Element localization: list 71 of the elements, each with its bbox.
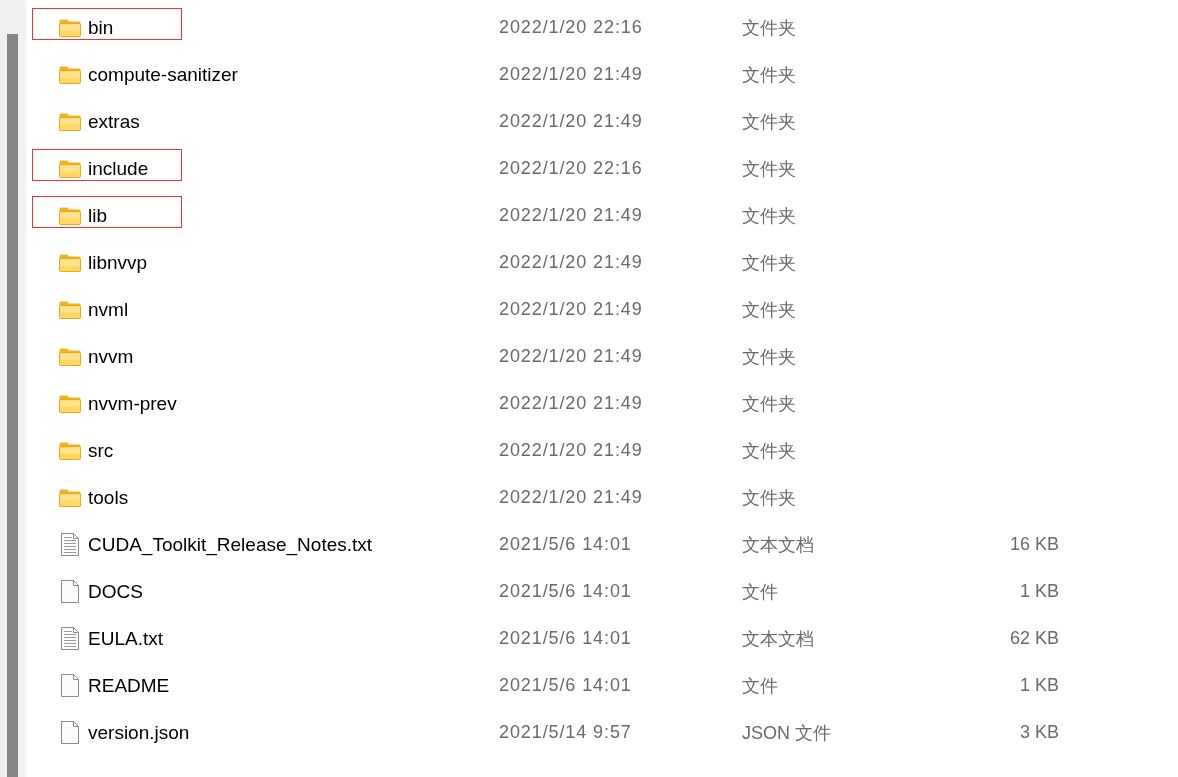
file-name[interactable]: nvml: [88, 298, 129, 321]
folder-icon: [59, 300, 81, 319]
file-type: 文件夹: [742, 157, 797, 181]
modified-date: 2022/1/20 22:16: [499, 17, 644, 38]
file-name[interactable]: extras: [88, 110, 140, 133]
file-name[interactable]: src: [88, 439, 114, 462]
blank-file-icon: [61, 580, 79, 603]
modified-date: 2022/1/20 22:16: [499, 158, 644, 179]
file-size: 3 KB: [1019, 722, 1059, 743]
folder-icon: [59, 347, 81, 366]
folder-icon: [59, 253, 81, 272]
file-type: 文件夹: [742, 298, 797, 322]
folder-icon: [59, 18, 81, 37]
file-name[interactable]: libnvvp: [88, 251, 148, 274]
scrollbar[interactable]: [0, 0, 27, 777]
folder-icon: [59, 65, 81, 84]
modified-date: 2021/5/6 14:01: [499, 581, 633, 602]
folder-icon: [59, 488, 81, 507]
blank-file-icon: [61, 674, 79, 697]
file-type: 文件夹: [742, 110, 797, 134]
file-type: 文件: [742, 674, 779, 698]
file-name[interactable]: nvvm: [88, 345, 134, 368]
scrollbar-thumb[interactable]: [7, 34, 18, 777]
blank-file-icon: [61, 721, 79, 744]
file-name[interactable]: include: [88, 157, 149, 180]
file-name[interactable]: tools: [88, 486, 129, 509]
modified-date: 2022/1/20 21:49: [499, 346, 644, 367]
file-type: 文件夹: [742, 251, 797, 275]
file-name[interactable]: EULA.txt: [88, 627, 163, 650]
folder-icon: [59, 112, 81, 131]
folder-icon: [59, 159, 81, 178]
file-name[interactable]: README: [88, 674, 170, 697]
modified-date: 2021/5/6 14:01: [499, 675, 633, 696]
file-name[interactable]: nvvm-prev: [88, 392, 177, 415]
folder-icon: [59, 394, 81, 413]
modified-date: 2021/5/14 9:57: [499, 722, 633, 743]
file-name[interactable]: lib: [88, 204, 107, 227]
modified-date: 2022/1/20 21:49: [499, 205, 644, 226]
file-type: 文件夹: [742, 63, 797, 87]
file-type: 文本文档: [742, 627, 815, 651]
file-type: 文件夹: [742, 16, 797, 40]
text-document-icon: [61, 627, 79, 650]
file-size: 1 KB: [1019, 675, 1059, 696]
modified-date: 2022/1/20 21:49: [499, 64, 644, 85]
modified-date: 2022/1/20 21:49: [499, 440, 644, 461]
file-type: 文件夹: [742, 204, 797, 228]
modified-date: 2022/1/20 21:49: [499, 252, 644, 273]
modified-date: 2021/5/6 14:01: [499, 628, 633, 649]
file-type: 文件夹: [742, 392, 797, 416]
folder-icon: [59, 206, 81, 225]
file-type: JSON 文件: [742, 721, 832, 745]
modified-date: 2022/1/20 21:49: [499, 487, 644, 508]
file-type: 文件夹: [742, 439, 797, 463]
folder-icon: [59, 441, 81, 460]
file-type: 文本文档: [742, 533, 815, 557]
file-type: 文件: [742, 580, 779, 604]
modified-date: 2021/5/6 14:01: [499, 534, 633, 555]
file-name[interactable]: version.json: [88, 721, 190, 744]
file-name[interactable]: CUDA_Toolkit_Release_Notes.txt: [88, 533, 373, 556]
modified-date: 2022/1/20 21:49: [499, 111, 644, 132]
file-name[interactable]: compute-sanitizer: [88, 63, 238, 86]
file-name[interactable]: DOCS: [88, 580, 143, 603]
file-size: 62 KB: [1009, 628, 1059, 649]
file-size: 1 KB: [1019, 581, 1059, 602]
modified-date: 2022/1/20 21:49: [499, 299, 644, 320]
modified-date: 2022/1/20 21:49: [499, 393, 644, 414]
file-type: 文件夹: [742, 486, 797, 510]
file-name[interactable]: bin: [88, 16, 114, 39]
file-size: 16 KB: [1009, 534, 1059, 555]
file-type: 文件夹: [742, 345, 797, 369]
text-document-icon: [61, 533, 79, 556]
